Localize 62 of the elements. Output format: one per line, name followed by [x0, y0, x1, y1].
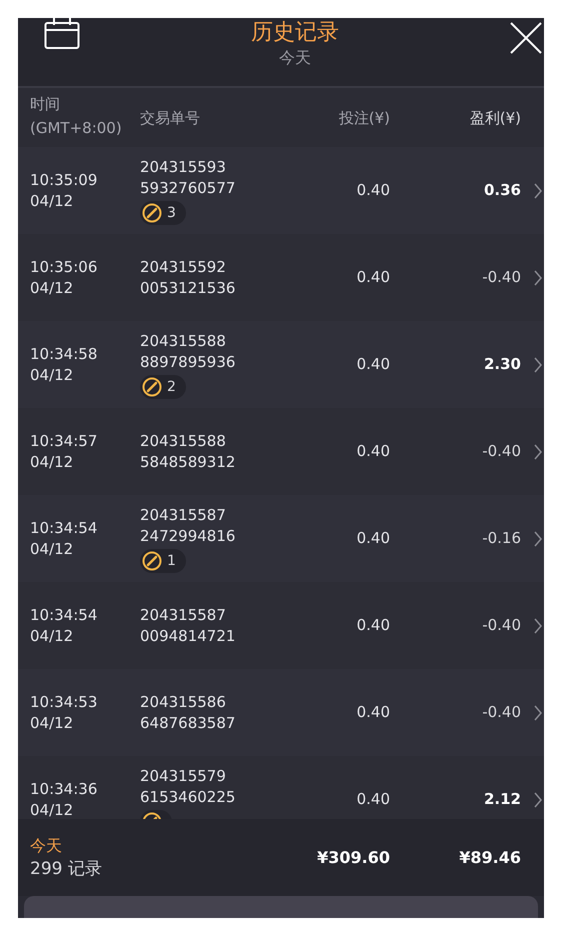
column-header: 投注(¥): [338, 108, 390, 128]
order-number: 204315587 2472994816: [140, 504, 236, 546]
history-row[interactable]: 10:35:09 04/12 204315593 5932760577 3 0.40 0.36: [18, 147, 544, 234]
profit-cell-text: 2.30: [482, 354, 521, 375]
profit-cell-text: 0.36: [482, 180, 521, 201]
spin-count: 3: [167, 204, 176, 220]
chevron-icon: [534, 704, 542, 720]
page-title: 历史记录: [251, 19, 339, 47]
column-header: 时间 (GMT+8:00): [29, 94, 123, 139]
order-number: 204315586 6487683587: [140, 692, 236, 734]
time-cell-text: 10:35:06 04/12: [29, 256, 98, 298]
record-count: 299 记录: [30, 858, 103, 880]
profit-cell-text: 2.12: [482, 789, 521, 810]
history-row[interactable]: 10:34:53 04/12 204315586 6487683587 0.40 -0.40: [18, 669, 544, 756]
order-number: 204315588 5848589312: [140, 430, 236, 472]
time-cell-text: 10:34:54 04/12: [29, 604, 98, 646]
stake-cell-text: 0.40: [356, 789, 390, 810]
order-number: 204315587 0094814721: [140, 604, 236, 646]
order-number: 204315579 6153460225: [140, 766, 236, 808]
column-header: 盈利(¥): [468, 108, 521, 128]
profit-cell-text: -0.40: [481, 441, 521, 462]
time-cell-text: 10:34:54 04/12: [29, 518, 98, 560]
order-number: 204315588 8897895936: [140, 330, 236, 372]
chevron-icon: [534, 530, 542, 546]
bonus-icon: [142, 550, 162, 570]
chevron-icon: [534, 182, 542, 198]
summary-period: 今天: [30, 834, 63, 856]
column-header: 交易单号: [140, 108, 201, 128]
profit-cell-text: -0.40: [481, 267, 521, 288]
time-cell-text: 10:34:57 04/12: [29, 430, 98, 472]
stake-cell-text: 0.40: [356, 702, 390, 723]
stake-cell-text: 0.40: [356, 528, 390, 549]
spin-count: 1: [167, 552, 176, 568]
chevron-icon: [534, 356, 542, 372]
total-stake: ¥309.60: [316, 848, 390, 867]
bonus-icon: [142, 376, 162, 396]
calendar-icon[interactable]: [44, 18, 80, 50]
profit-cell-text: -0.40: [481, 615, 521, 636]
time-cell-text: 10:34:36 04/12: [29, 778, 98, 819]
order-number: 204315593 5932760577: [140, 156, 236, 198]
spin-count: 2: [167, 378, 176, 394]
total-profit: ¥89.46: [458, 848, 521, 867]
time-cell-text: 10:35:09 04/12: [29, 170, 98, 212]
time-cell-text: 10:34:53 04/12: [29, 692, 98, 734]
chevron-icon: [534, 444, 542, 460]
stake-cell-text: 0.40: [356, 441, 390, 462]
close-icon[interactable]: [510, 22, 542, 54]
history-row[interactable]: 10:34:54 04/12 204315587 2472994816 1 0.40 -0.16: [18, 495, 544, 582]
history-row[interactable]: 10:34:58 04/12 204315588 8897895936 2 0.40 2.30: [18, 321, 544, 408]
stake-cell-text: 0.40: [356, 267, 390, 288]
chevron-icon: [534, 270, 542, 286]
time-cell-text: 10:34:58 04/12: [29, 344, 98, 386]
stake-cell-text: 0.40: [356, 180, 390, 201]
chevron-icon: [534, 792, 542, 808]
profit-cell-text: -0.40: [481, 702, 521, 723]
chevron-icon: [534, 618, 542, 634]
order-number: 204315592 0053121536: [140, 256, 236, 298]
stake-cell-text: 0.40: [356, 354, 390, 375]
profit-cell-text: -0.16: [481, 528, 521, 549]
bonus-icon: [142, 202, 162, 222]
date-filter: 今天: [279, 47, 311, 69]
stake-cell-text: 0.40: [356, 615, 390, 636]
